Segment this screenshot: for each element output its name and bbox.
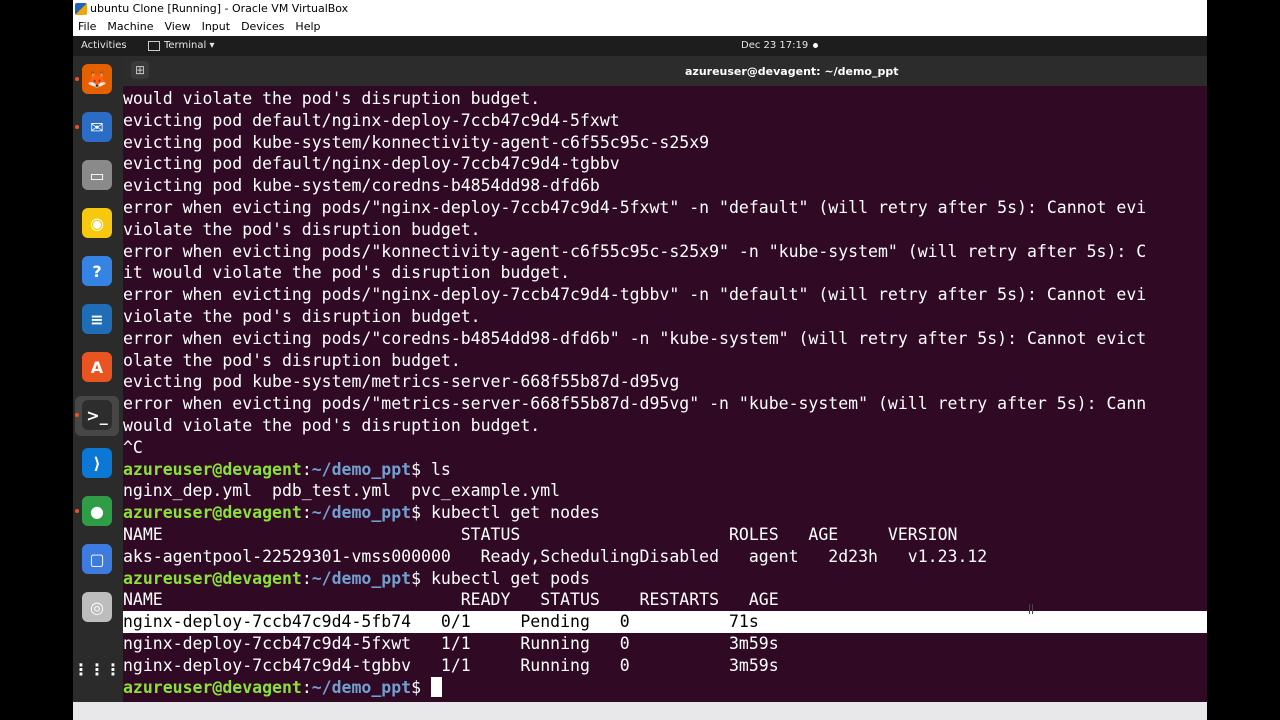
vscode-icon[interactable]: ⟩ (82, 448, 112, 478)
prompt-path: ~/demo_ppt (311, 677, 412, 697)
output-line: evicting pod kube-system/coredns-b4854dd… (123, 176, 600, 196)
output-line: evicting pod kube-system/metrics-server-… (123, 372, 680, 392)
software-icon[interactable]: A (82, 352, 112, 382)
terminal-app-icon (148, 40, 160, 51)
output-line: nginx-deploy-7ccb47c9d4-5fxwt 1/1 Runnin… (123, 634, 779, 653)
prompt-path: ~/demo_ppt (311, 503, 412, 523)
terminal-title: azureuser@devagent: ~/demo_ppt (685, 65, 899, 78)
output-line: would violate the pod's disruption budge… (123, 416, 541, 435)
output-line: evicting pod kube-system/konnectivity-ag… (123, 132, 710, 152)
output-line: error when evicting pods/"nginx-deploy-7… (123, 285, 1147, 305)
text-cursor (430, 676, 442, 697)
firefox-icon[interactable]: 🦊 (82, 64, 112, 94)
prompt-separator: : (301, 677, 312, 697)
output-line: aks-agentpool-22529301-vmss000000 Ready,… (123, 546, 988, 566)
menu-view[interactable]: View (164, 20, 190, 33)
virtualbox-icon (75, 2, 87, 15)
output-line: it would violate the pod's disruption bu… (123, 263, 571, 283)
chrome-icon[interactable]: ● (82, 496, 112, 526)
output-line: ^C (123, 437, 143, 457)
menu-input[interactable]: Input (202, 20, 230, 33)
output-line: error when evicting pods/"coredns-b4854d… (123, 328, 1147, 348)
gnome-top-bar: Activities Terminal ▾ Dec 23 17:19 (73, 36, 1207, 56)
virtualbox-status-strip (73, 702, 1207, 720)
disc-icon[interactable]: ◎ (82, 592, 112, 622)
running-indicator (75, 413, 79, 417)
prompt-command: $ (411, 677, 431, 697)
new-tab-icon[interactable]: ⊞ (131, 61, 149, 79)
menu-help[interactable]: Help (295, 20, 320, 33)
prompt-line: azureuser@devagent:~/demo_ppt$ kubectl g… (123, 568, 590, 590)
clock[interactable]: Dec 23 17:19 (741, 40, 808, 51)
prompt-user-host: azureuser@devagent (123, 503, 302, 523)
output-line: evicting pod default/nginx-deploy-7ccb47… (123, 110, 620, 130)
dock: 🦊 ✉ ▭ ◉? ≡ A >_ ⟩ ● ▢ ◎ ⋮⋮⋮ (73, 56, 123, 702)
prompt-separator: : (301, 459, 312, 479)
prompt-separator: : (301, 503, 312, 523)
rhythmbox-icon[interactable]: ◉ (82, 208, 112, 238)
mouse-ibeam-cursor (1029, 604, 1033, 614)
window-titlebar: ubuntu Clone [Running] - Oracle VM Virtu… (73, 0, 1207, 17)
activities-button[interactable]: Activities (81, 40, 127, 51)
selected-output-line: nginx-deploy-7ccb47c9d4-5fb74 0/1 Pendin… (123, 611, 1207, 633)
prompt-command: $ kubectl get nodes (411, 503, 600, 523)
prompt-path: ~/demo_ppt (311, 459, 412, 479)
running-indicator (75, 509, 79, 513)
output-line: olate the pod's disruption budget. (123, 350, 461, 370)
help-icon[interactable]: ? (82, 256, 112, 286)
output-line: error when evicting pods/"metrics-server… (123, 394, 1147, 414)
running-indicator (75, 125, 79, 129)
menu-devices[interactable]: Devices (241, 20, 284, 33)
prompt-line: azureuser@devagent:~/demo_ppt$ (123, 676, 442, 699)
output-line: error when evicting pods/"nginx-deploy-7… (123, 198, 1147, 217)
prompt-command: $ ls (411, 459, 451, 479)
output-line: nginx-deploy-7ccb47c9d4-tgbbv 1/1 Runnin… (123, 655, 779, 675)
output-line: nginx_dep.yml pdb_test.yml pvc_example.y… (123, 481, 561, 501)
output-line: NAME STATUS ROLES AGE VERSION (123, 525, 958, 544)
guest-screen: Activities Terminal ▾ Dec 23 17:19 🦊 ✉ ▭ ◉?… (73, 36, 1207, 702)
terminal-icon[interactable]: >_ (82, 400, 112, 430)
terminal-headerbar: ⊞ azureuser@devagent: ~/demo_ppt (123, 56, 1207, 86)
notification-dot (813, 43, 818, 48)
files-icon[interactable]: ▭ (82, 160, 112, 190)
thunderbird-icon[interactable]: ✉ (82, 112, 112, 142)
running-indicator (75, 77, 79, 81)
output-line: violate the pod's disruption budget. (123, 219, 481, 239)
prompt-path: ~/demo_ppt (311, 568, 412, 588)
menu-machine[interactable]: Machine (107, 20, 153, 33)
prompt-line: azureuser@devagent:~/demo_ppt$ kubectl g… (123, 502, 600, 524)
output-line: error when evicting pods/"konnectivity-a… (123, 241, 1147, 261)
output-line: would violate the pod's disruption budge… (123, 89, 541, 108)
app-grid-icon[interactable]: ⋮⋮⋮ (73, 654, 121, 684)
prompt-line: azureuser@devagent:~/demo_ppt$ ls (123, 459, 451, 481)
app-menu-label: Terminal ▾ (164, 40, 215, 51)
terminal-output[interactable]: would violate the pod's disruption budge… (123, 88, 1207, 702)
output-line: NAME READY STATUS RESTARTS AGE (123, 590, 779, 610)
window-title: ubuntu Clone [Running] - Oracle VM Virtu… (90, 2, 349, 15)
virtualbox-window: ubuntu Clone [Running] - Oracle VM Virtu… (73, 0, 1207, 720)
prompt-command: $ kubectl get pods (411, 568, 590, 588)
prompt-user-host: azureuser@devagent (123, 677, 302, 697)
app-menu-button[interactable]: Terminal ▾ (148, 40, 214, 51)
output-line: violate the pod's disruption budget. (123, 307, 481, 326)
prompt-user-host: azureuser@devagent (123, 568, 302, 588)
prompt-user-host: azureuser@devagent (123, 459, 302, 479)
menu-file[interactable]: File (78, 20, 96, 33)
screenshot-icon[interactable]: ▢ (82, 544, 112, 574)
prompt-separator: : (301, 568, 312, 588)
output-line: evicting pod default/nginx-deploy-7ccb47… (123, 154, 620, 174)
menu-bar: File Machine View Input Devices Help (73, 17, 1207, 37)
writer-icon[interactable]: ≡ (82, 304, 112, 334)
